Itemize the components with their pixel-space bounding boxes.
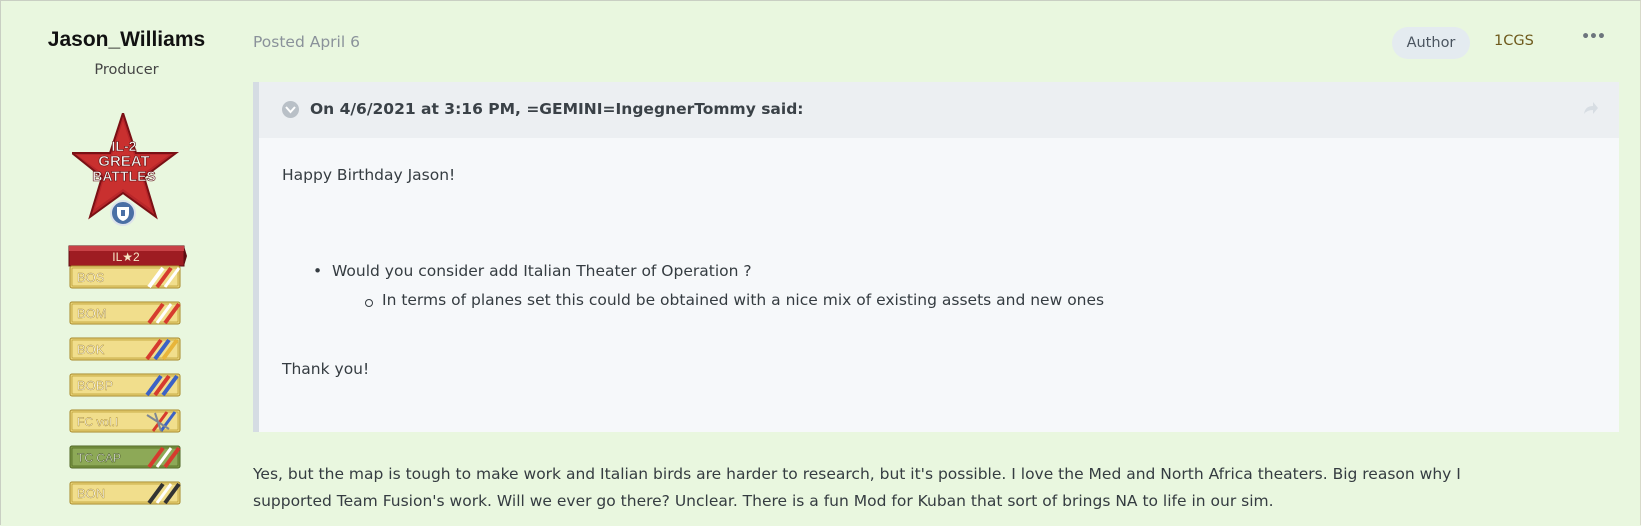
- svg-text:BON: BON: [77, 486, 105, 501]
- quote-line: Happy Birthday Jason!: [282, 166, 456, 184]
- quoted-post: On 4/6/2021 at 3:16 PM, =GEMINI=Ingegner…: [253, 82, 1619, 432]
- svg-text:BOK: BOK: [77, 342, 105, 357]
- group-label: 1CGS: [1494, 33, 1534, 49]
- quote-header[interactable]: On 4/6/2021 at 3:16 PM, =GEMINI=Ingegner…: [259, 82, 1619, 138]
- chevron-down-icon[interactable]: [282, 101, 299, 118]
- ribbon-bos-icon: BOS: [69, 265, 187, 291]
- post-content: Yes, but the map is tough to make work a…: [253, 461, 1553, 515]
- svg-text:BATTLES: BATTLES: [92, 168, 156, 184]
- author-column: Jason_Williams Producer IL-2 GREAT BATTL…: [0, 0, 253, 526]
- share-arrow-icon[interactable]: [1581, 99, 1599, 117]
- author-name[interactable]: Jason_Williams: [0, 28, 253, 52]
- ribbon-bom-icon: BOM: [69, 301, 187, 327]
- svg-text:IL-2: IL-2: [112, 138, 137, 154]
- post-text-line: supported Team Fusion's work. Will we ev…: [253, 492, 1274, 510]
- ribbon-bon-icon: BON: [69, 481, 187, 507]
- svg-text:TC CAP: TC CAP: [77, 451, 121, 465]
- quote-line: Thank you!: [282, 360, 370, 378]
- ribbon-bobp-icon: BOBP: [69, 373, 187, 399]
- svg-text:BOM: BOM: [77, 306, 107, 321]
- author-title: Producer: [94, 62, 159, 78]
- ribbon-tc-icon: TC CAP: [69, 445, 187, 471]
- ribbon-bok-icon: BOK: [69, 337, 187, 363]
- sub-list-item: In terms of planes set this could be obt…: [364, 291, 1105, 309]
- great-battles-badge-icon: IL-2 GREAT BATTLES: [69, 109, 182, 243]
- svg-text:BOBP: BOBP: [77, 378, 113, 393]
- svg-text:FC vol.I: FC vol.I: [77, 415, 118, 429]
- rank-bar-label: IL★2: [112, 250, 140, 264]
- more-options-button[interactable]: •••: [1580, 29, 1606, 49]
- svg-text:BOS: BOS: [77, 270, 105, 285]
- ribbon-fc-icon: FC vol.I: [69, 409, 187, 435]
- author-badge: Author: [1392, 27, 1470, 59]
- list-item: Would you consider add Italian Theater o…: [313, 262, 752, 280]
- post-date[interactable]: Posted April 6: [253, 33, 360, 51]
- ellipsis-icon: •••: [1581, 29, 1606, 45]
- post-text-line: Yes, but the map is tough to make work a…: [253, 465, 1461, 483]
- quote-citation: On 4/6/2021 at 3:16 PM, =GEMINI=Ingegner…: [310, 100, 804, 118]
